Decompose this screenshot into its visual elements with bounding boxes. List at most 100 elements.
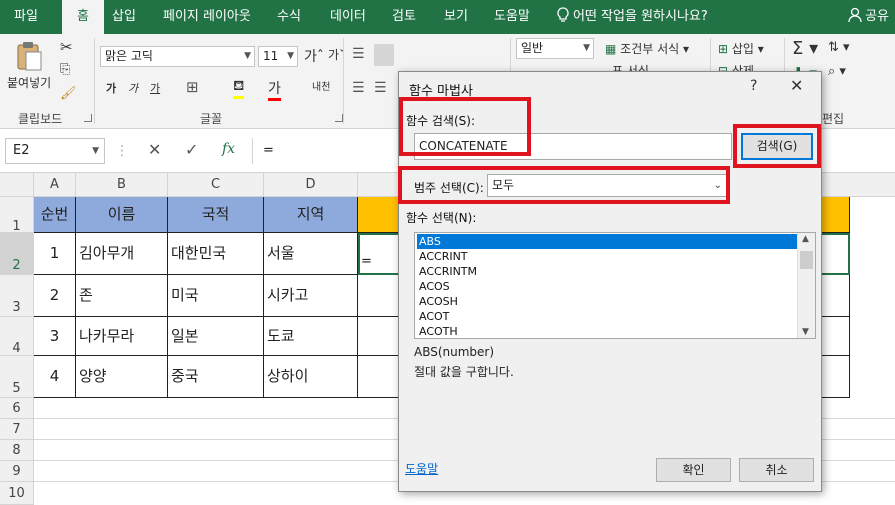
- table-cell[interactable]: 중국: [168, 356, 264, 398]
- table-header-cell[interactable]: 순번: [34, 197, 76, 233]
- dialog-close-button[interactable]: ✕: [790, 76, 803, 95]
- table-cell[interactable]: 1: [34, 233, 76, 275]
- help-link[interactable]: 도움말: [405, 460, 438, 477]
- table-cell[interactable]: 대한민국: [168, 233, 264, 275]
- table-cell[interactable]: 상하이: [264, 356, 358, 398]
- clipboard-launcher-icon[interactable]: [84, 114, 92, 122]
- tab-data[interactable]: 데이터: [324, 0, 372, 34]
- cancel-entry-icon[interactable]: ✕: [148, 140, 161, 159]
- table-cell[interactable]: 도쿄: [264, 317, 358, 356]
- chevron-down-icon[interactable]: ▼: [802, 327, 809, 337]
- align-left-icon[interactable]: ☰: [352, 80, 365, 96]
- name-box[interactable]: E2 ▼: [5, 138, 105, 164]
- function-list-item[interactable]: ACCRINTM: [417, 264, 797, 279]
- tab-help[interactable]: 도움말: [488, 0, 536, 34]
- column-header[interactable]: A: [34, 173, 76, 197]
- function-list-item[interactable]: ACCRINT: [417, 249, 797, 264]
- table-cell[interactable]: 서울: [264, 233, 358, 275]
- tab-review[interactable]: 검토: [386, 0, 422, 34]
- chevron-up-icon[interactable]: ▲: [802, 234, 809, 244]
- function-list-item[interactable]: ACOS: [417, 279, 797, 294]
- row-header[interactable]: 3: [0, 275, 34, 317]
- grow-font-icon[interactable]: 가ˆ: [304, 46, 324, 66]
- row-header[interactable]: 4: [0, 317, 34, 356]
- table-cell[interactable]: 시카고: [264, 275, 358, 317]
- font-size-select[interactable]: 11 ▼: [258, 46, 298, 67]
- row-header[interactable]: 1: [0, 197, 34, 234]
- function-list[interactable]: ABS ACCRINT ACCRINTM ACOS ACOSH ACOT ACO…: [414, 232, 816, 339]
- cancel-button[interactable]: 취소: [739, 458, 814, 482]
- cut-icon[interactable]: ✂: [60, 38, 73, 56]
- paste-button[interactable]: 붙여넣기: [7, 74, 51, 91]
- table-cell[interactable]: 양양: [76, 356, 168, 398]
- tab-file[interactable]: 파일: [8, 0, 44, 34]
- table-header-cell[interactable]: 국적: [168, 197, 264, 233]
- table-cell[interactable]: 김아무개: [76, 233, 168, 275]
- category-select[interactable]: 모두 ⌄: [487, 174, 727, 197]
- align-center-icon[interactable]: ☰: [374, 80, 387, 96]
- find-select-icon[interactable]: ⌕ ▾: [828, 64, 846, 79]
- align-top-icon[interactable]: ☰: [352, 46, 365, 62]
- dialog-help-button[interactable]: ?: [750, 78, 757, 94]
- row-header[interactable]: 6: [0, 398, 34, 419]
- function-list-item[interactable]: ABS: [417, 234, 797, 249]
- search-button[interactable]: 검색(G): [741, 133, 813, 160]
- format-painter-icon[interactable]: 🖌: [60, 86, 77, 101]
- table-cell[interactable]: 존: [76, 275, 168, 317]
- function-list-item[interactable]: ACOTH: [417, 324, 797, 338]
- copy-icon[interactable]: ⎘: [60, 62, 70, 77]
- tab-view[interactable]: 보기: [438, 0, 474, 34]
- table-cell[interactable]: 2: [34, 275, 76, 317]
- phonetic-icon[interactable]: 내천: [312, 78, 330, 93]
- column-header[interactable]: B: [76, 173, 168, 197]
- table-cell[interactable]: 나카무라: [76, 317, 168, 356]
- chevron-down-icon: ▼: [583, 43, 590, 53]
- table-header-cell[interactable]: 이름: [76, 197, 168, 233]
- category-value: 모두: [492, 178, 515, 192]
- bold-icon[interactable]: 가: [106, 80, 116, 96]
- fill-color-icon[interactable]: ⛾: [233, 78, 245, 99]
- tab-home[interactable]: 홈: [62, 0, 104, 34]
- select-all-corner[interactable]: [0, 173, 34, 197]
- table-header-cell[interactable]: 지역: [264, 197, 358, 233]
- ok-button[interactable]: 확인: [656, 458, 731, 482]
- insert-cells-button[interactable]: ⊞ 삽입 ▾: [718, 40, 764, 57]
- paste-icon[interactable]: [14, 40, 44, 71]
- tab-insert[interactable]: 삽입: [106, 0, 142, 34]
- font-color-icon[interactable]: 가: [268, 78, 281, 101]
- row-header[interactable]: 8: [0, 440, 34, 461]
- font-launcher-icon[interactable]: [335, 114, 343, 122]
- function-list-scrollbar[interactable]: ▲ ▼: [797, 233, 815, 338]
- search-function-input[interactable]: CONCATENATE: [414, 133, 732, 160]
- function-list-item[interactable]: ACOSH: [417, 294, 797, 309]
- underline-icon[interactable]: 가: [150, 80, 160, 96]
- italic-icon[interactable]: 가: [128, 80, 138, 96]
- autosum-icon[interactable]: Σ ▾: [792, 38, 818, 59]
- row-header[interactable]: 2: [0, 233, 34, 275]
- column-header[interactable]: C: [168, 173, 264, 197]
- table-cell[interactable]: 4: [34, 356, 76, 398]
- scrollbar-thumb[interactable]: [800, 251, 813, 269]
- row-header[interactable]: 7: [0, 419, 34, 440]
- conditional-format-button[interactable]: ▦ 조건부 서식 ▾: [605, 40, 689, 57]
- border-icon[interactable]: ⊞: [186, 78, 199, 96]
- align-middle-icon[interactable]: [374, 44, 394, 66]
- font-name-select[interactable]: 맑은 고딕 ▼: [100, 46, 255, 67]
- insert-function-button[interactable]: fx: [222, 141, 235, 157]
- row-header[interactable]: 9: [0, 461, 34, 482]
- column-header[interactable]: D: [264, 173, 358, 197]
- enter-entry-icon[interactable]: ✓: [185, 140, 198, 159]
- table-cell[interactable]: 3: [34, 317, 76, 356]
- row-header[interactable]: 10: [0, 482, 34, 505]
- tell-me-search[interactable]: 어떤 작업을 원하시나요?: [556, 0, 708, 34]
- table-cell[interactable]: 미국: [168, 275, 264, 317]
- sort-filter-icon[interactable]: ⇅ ▾: [828, 40, 850, 55]
- table-cell[interactable]: 일본: [168, 317, 264, 356]
- dialog-title: 함수 마법사: [409, 84, 473, 99]
- tab-formulas[interactable]: 수식: [271, 0, 307, 34]
- share-button[interactable]: 공유: [848, 0, 889, 34]
- function-list-item[interactable]: ACOT: [417, 309, 797, 324]
- number-format-select[interactable]: 일반 ▼: [516, 38, 594, 59]
- tab-page-layout[interactable]: 페이지 레이아웃: [157, 0, 257, 34]
- row-header[interactable]: 5: [0, 356, 34, 398]
